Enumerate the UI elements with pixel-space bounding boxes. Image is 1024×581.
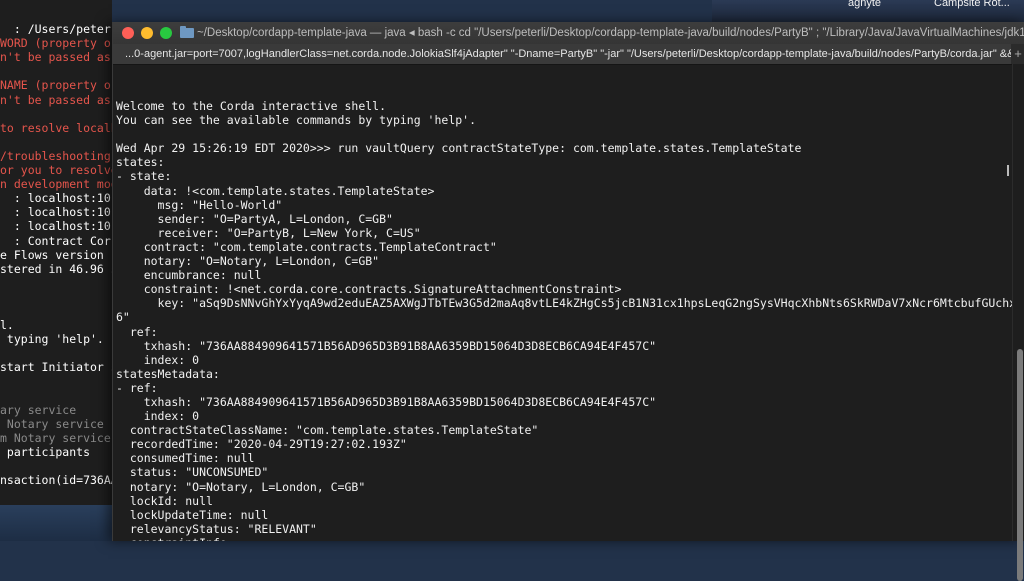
- background-terminal-line: stered in 46.96 s: [0, 261, 112, 276]
- minimize-window-button[interactable]: [141, 27, 153, 39]
- terminal-line: constraintInfo:: [116, 536, 1013, 541]
- tab-title: ...0-agent.jar=port=7007,logHandlerClass…: [125, 48, 1024, 60]
- text-cursor: [1007, 165, 1009, 176]
- window-titlebar[interactable]: ~/Desktop/cordapp-template-java — java ◂…: [113, 22, 1024, 45]
- background-terminal-line: : Contract Cor: [0, 233, 111, 248]
- terminal-line: msg: "Hello-World": [116, 197, 283, 212]
- terminal-line: sender: "O=PartyA, L=London, C=GB": [116, 211, 393, 226]
- background-terminal-line: or you to resolve: [0, 163, 112, 177]
- background-terminal-line: participants: [0, 445, 91, 459]
- terminal-line: lockUpdateTime: null: [116, 507, 269, 522]
- terminal-line: notary: "O=Notary, L=London, C=GB": [116, 254, 380, 269]
- terminal-line: index: 0: [116, 352, 200, 367]
- background-terminal-line: m Notary service: [0, 430, 111, 445]
- terminal-line: recordedTime: "2020-04-29T19:27:02.193Z": [116, 437, 407, 452]
- terminal-window[interactable]: ~/Desktop/cordapp-template-java — java ◂…: [112, 22, 1024, 581]
- terminal-line: contractStateClassName: "com.template.st…: [116, 423, 539, 438]
- desktop-file-label[interactable]: Campsite Rot...: [934, 0, 1010, 9]
- close-window-button[interactable]: [122, 27, 134, 39]
- background-terminal-line: WORD (property or: [0, 36, 112, 51]
- background-terminal-line: /troubleshooting.: [0, 148, 112, 163]
- tab-active[interactable]: ...0-agent.jar=port=7007,logHandlerClass…: [113, 44, 1024, 64]
- background-terminal-line: : /Users/peter: [0, 22, 111, 36]
- terminal-line: receiver: "O=PartyB, L=New York, C=US": [116, 225, 421, 240]
- terminal-line: - ref:: [116, 380, 158, 395]
- background-terminal-line: n development mod: [0, 177, 112, 192]
- terminal-line: Welcome to the Corda interactive shell.: [116, 99, 387, 113]
- background-terminal-line: nsaction(id=736AA: [0, 473, 112, 488]
- desktop-background: [0, 505, 112, 541]
- vertical-scrollbar[interactable]: [1012, 64, 1024, 581]
- background-terminal-line: n't be passed as: [0, 92, 111, 107]
- terminal-line: contract: "com.template.contracts.Templa…: [116, 239, 497, 254]
- terminal-line: index: 0: [116, 409, 200, 424]
- terminal-line: states:: [116, 155, 165, 170]
- terminal-line: data: !<com.template.states.TemplateStat…: [116, 183, 435, 198]
- terminal-line: Wed Apr 29 15:26:19 EDT 2020>>> run vaul…: [116, 141, 802, 156]
- terminal-line: 6": [116, 310, 130, 325]
- terminal-line: status: "UNCONSUMED": [116, 465, 269, 480]
- background-terminal-line: NAME (property or: [0, 78, 112, 93]
- terminal-output-area[interactable]: Welcome to the Corda interactive shell. Y…: [113, 64, 1013, 541]
- window-title: ~/Desktop/cordapp-template-java — java ◂…: [197, 27, 1024, 39]
- background-terminal-line: : localhost:10: [0, 219, 111, 234]
- background-terminal-line: e Flows version: [0, 247, 104, 262]
- scrollbar-thumb[interactable]: [1017, 349, 1023, 581]
- background-terminal-line: : localhost:10: [0, 205, 111, 220]
- background-terminal-line: typing 'help'.: [0, 332, 104, 347]
- terminal-line: encumbrance: null: [116, 268, 262, 283]
- terminal-line: - state:: [116, 169, 172, 184]
- terminal-line: constraint: !<net.corda.core.contracts.S…: [116, 282, 622, 297]
- terminal-line: txhash: "736AA884909641571B56AD965D3B91B…: [116, 394, 657, 409]
- new-tab-button[interactable]: +: [1011, 44, 1024, 64]
- background-terminal-line: start Initiator s: [0, 360, 112, 375]
- terminal-line: txhash: "736AA884909641571B56AD965D3B91B…: [116, 338, 657, 353]
- terminal-line: consumedTime: null: [116, 451, 255, 466]
- terminal-line: statesMetadata:: [116, 366, 220, 381]
- terminal-line: lockId: null: [116, 493, 213, 508]
- terminal-line: key: "aSq9DsNNvGhYxYyqA9wd2eduEAZ5AXWgJT…: [116, 296, 1013, 311]
- zoom-window-button[interactable]: [160, 27, 172, 39]
- terminal-line: relevancyStatus: "RELEVANT": [116, 521, 317, 536]
- folder-icon: [180, 26, 194, 38]
- tab-bar: ...0-agent.jar=port=7007,logHandlerClass…: [113, 44, 1024, 65]
- background-terminal-line: n't be passed as: [0, 50, 111, 65]
- background-terminal-line: : localhost:10: [0, 191, 111, 206]
- terminal-line: notary: "O=Notary, L=London, C=GB": [116, 479, 366, 494]
- desktop-file-label[interactable]: agnyte: [848, 0, 881, 9]
- background-terminal-line: ary service: [0, 402, 77, 417]
- terminal-output: Welcome to the Corda interactive shell. Y…: [116, 99, 1013, 541]
- terminal-line: ref:: [116, 324, 158, 339]
- background-terminal-line: Notary service: [0, 416, 104, 431]
- desktop-wallpaper: agnyte Campsite Rot...: [712, 0, 1024, 24]
- background-terminal-line: l.: [0, 318, 14, 333]
- terminal-line: You can see the available commands by ty…: [116, 113, 477, 128]
- background-terminal-window[interactable]: : /Users/peter WORD (property or n't be pa…: [0, 0, 112, 505]
- background-terminal-line: to resolve localh: [0, 120, 112, 135]
